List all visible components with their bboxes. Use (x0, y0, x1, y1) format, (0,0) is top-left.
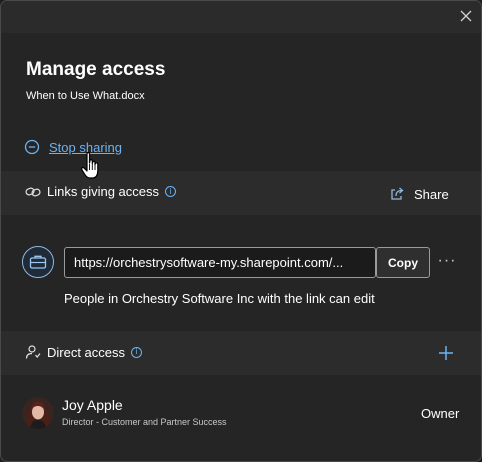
close-button[interactable] (455, 5, 477, 27)
more-icon: ··· (437, 252, 457, 269)
info-icon[interactable]: i (165, 186, 176, 197)
link-permission-description: People in Orchestry Software Inc with th… (64, 291, 375, 306)
stop-sharing-button[interactable]: Stop sharing (24, 137, 122, 157)
share-icon (391, 187, 404, 200)
share-label: Share (414, 186, 449, 202)
link-url-field[interactable] (64, 247, 376, 278)
person-name: Joy Apple (62, 397, 123, 413)
direct-access-title: Direct access i (25, 344, 143, 360)
avatar (22, 397, 54, 429)
add-people-button[interactable] (436, 343, 456, 363)
copy-link-button[interactable]: Copy (376, 247, 430, 278)
add-icon (439, 346, 453, 360)
hand-cursor-icon (80, 151, 102, 181)
file-name: When to Use What.docx (26, 90, 145, 102)
close-icon (460, 10, 472, 22)
link-type-avatar (22, 246, 54, 278)
permission-role[interactable]: Owner (421, 406, 459, 421)
info-icon[interactable]: i (131, 346, 143, 358)
person-job-title: Director - Customer and Partner Success (62, 417, 227, 427)
more-options-button[interactable]: ··· (437, 253, 457, 269)
direct-access-label: Direct access (47, 344, 126, 360)
stop-sharing-icon (24, 139, 40, 155)
links-section-title: Links giving access i (25, 184, 176, 199)
manage-access-dialog: Manage access When to Use What.docx Stop… (0, 0, 482, 462)
share-button[interactable]: Share (389, 184, 449, 204)
links-section-label: Links giving access (47, 184, 159, 199)
dialog-title-bar (1, 1, 481, 33)
briefcase-icon (29, 255, 47, 269)
link-icon (25, 187, 41, 196)
dialog-title: Manage access (26, 59, 166, 80)
person-icon (25, 345, 41, 359)
